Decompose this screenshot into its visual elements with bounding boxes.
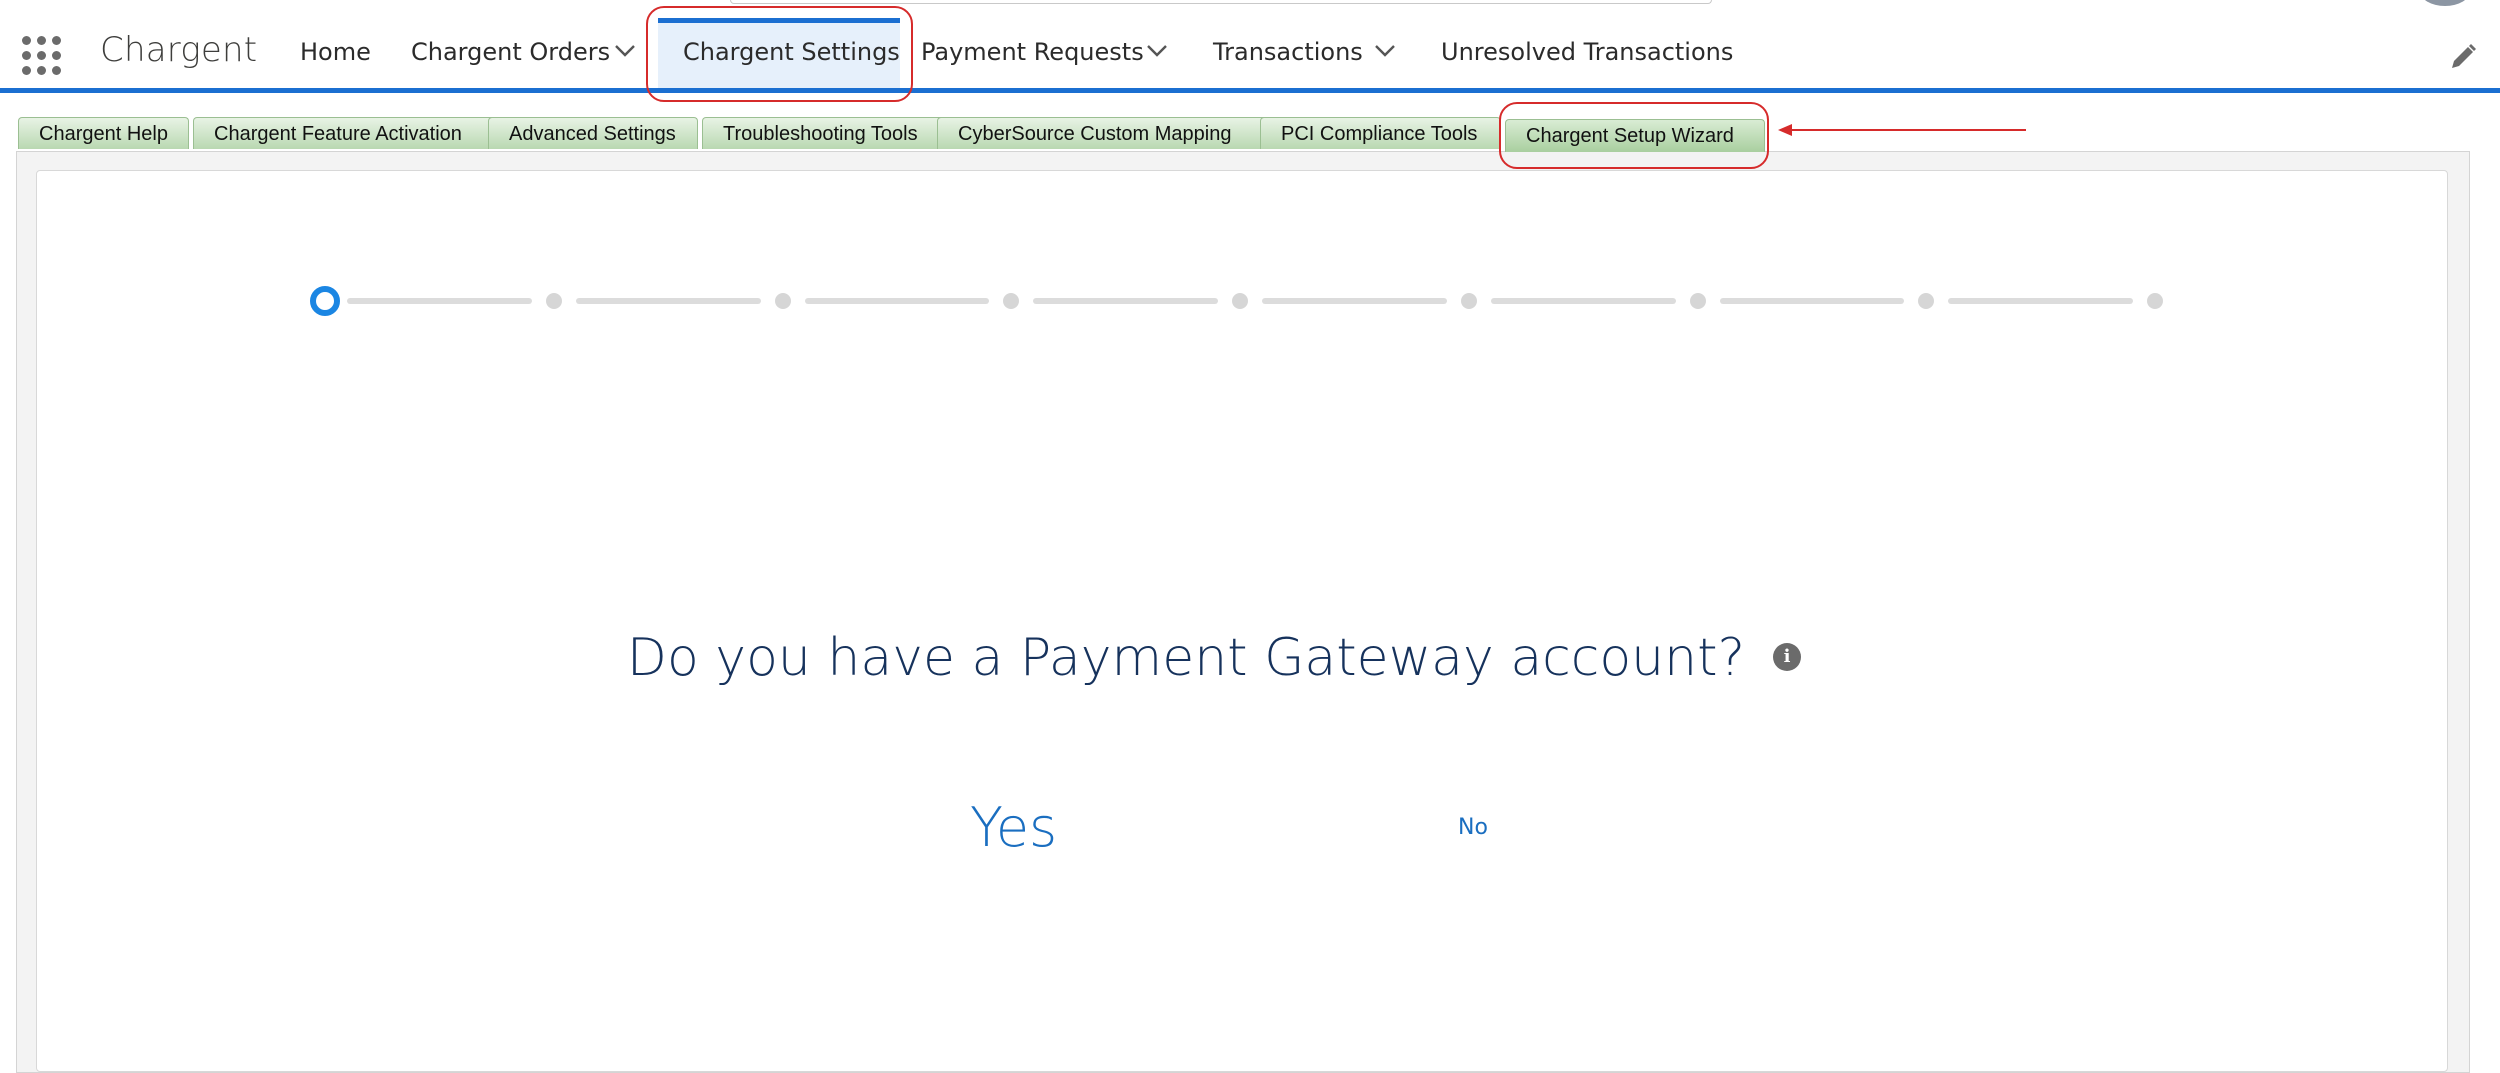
tab-chargent-feature-activation[interactable]: Chargent Feature Activation bbox=[193, 117, 498, 149]
stepper-connector bbox=[1262, 298, 1447, 304]
chevron-down-icon[interactable] bbox=[1374, 44, 1396, 58]
stepper-step bbox=[545, 293, 562, 309]
avatar[interactable] bbox=[2420, 0, 2470, 6]
stepper-connector bbox=[1948, 298, 2133, 304]
global-search-edge[interactable] bbox=[730, 0, 1712, 4]
global-navigation-bar: Chargent Home Chargent Orders Chargent S… bbox=[0, 0, 2500, 93]
stepper-connector bbox=[1719, 298, 1905, 304]
tab-advanced-settings[interactable]: Advanced Settings bbox=[488, 117, 698, 149]
info-icon[interactable]: i bbox=[1773, 643, 1802, 671]
stepper-step bbox=[774, 293, 791, 309]
answer-yes-button[interactable]: Yes bbox=[970, 796, 1057, 859]
nav-item-unresolved-transactions[interactable]: Unresolved Transactions bbox=[1441, 38, 1733, 66]
wizard-question-text: Do you have a Payment Gateway account? bbox=[626, 628, 1746, 688]
app-launcher-icon[interactable] bbox=[22, 36, 62, 76]
stepper-step bbox=[2147, 293, 2163, 309]
tab-chargent-help[interactable]: Chargent Help bbox=[18, 117, 189, 149]
nav-item-transactions[interactable]: Transactions bbox=[1213, 38, 1363, 66]
stepper-step bbox=[1918, 293, 1935, 309]
pencil-icon[interactable] bbox=[2448, 42, 2478, 72]
nav-item-chargent-settings[interactable]: Chargent Settings bbox=[683, 38, 900, 66]
stepper-step bbox=[1003, 293, 1020, 309]
stepper-connector bbox=[1033, 298, 1218, 304]
annotation-arrow-icon bbox=[1778, 124, 2026, 136]
stepper-step-current bbox=[310, 286, 340, 316]
tab-chargent-setup-wizard[interactable]: Chargent Setup Wizard bbox=[1505, 119, 1765, 152]
stepper-connector bbox=[804, 298, 990, 304]
stepper-step bbox=[1689, 293, 1706, 309]
stepper-step bbox=[1232, 293, 1248, 309]
tab-troubleshooting-tools[interactable]: Troubleshooting Tools bbox=[702, 117, 950, 149]
stepper-connector bbox=[575, 298, 761, 304]
tab-pci-compliance-tools[interactable]: PCI Compliance Tools bbox=[1260, 117, 1501, 149]
answer-no-button[interactable]: No bbox=[1458, 815, 1488, 840]
wizard-progress-stepper bbox=[310, 286, 2170, 316]
stepper-connector bbox=[1490, 298, 1676, 304]
nav-item-chargent-orders[interactable]: Chargent Orders bbox=[411, 38, 610, 66]
chevron-down-icon[interactable] bbox=[1146, 44, 1168, 58]
app-name: Chargent bbox=[100, 30, 258, 70]
wizard-question: Do you have a Payment Gateway account? i bbox=[0, 628, 2500, 688]
stepper-connector bbox=[347, 298, 532, 304]
nav-item-home[interactable]: Home bbox=[300, 38, 371, 66]
tab-cybersource-custom-mapping[interactable]: CyberSource Custom Mapping bbox=[937, 117, 1269, 149]
stepper-step bbox=[1460, 293, 1477, 309]
nav-item-payment-requests[interactable]: Payment Requests bbox=[921, 38, 1144, 66]
chevron-down-icon[interactable] bbox=[614, 44, 636, 58]
